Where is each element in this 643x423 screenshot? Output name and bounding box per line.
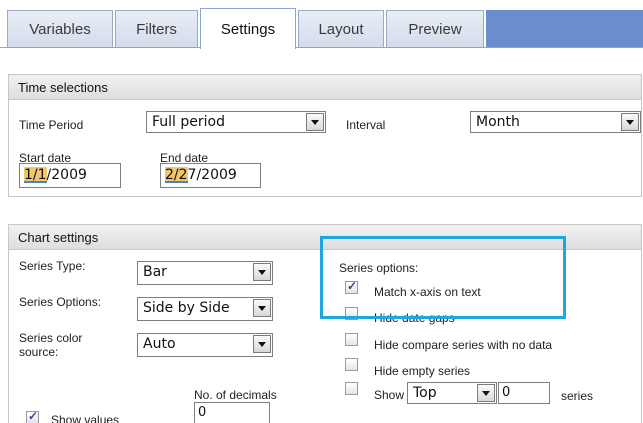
- tab-layout[interactable]: Layout: [298, 10, 384, 48]
- show-mode-value: Top: [413, 385, 437, 401]
- tab-bar-fill: [486, 10, 643, 48]
- hide-compare-checkbox[interactable]: [345, 333, 358, 346]
- series-options-heading: Series options:: [339, 261, 419, 275]
- chart-settings-title: Chart settings: [9, 225, 641, 250]
- match-x-axis-label: Match x-axis on text: [374, 285, 481, 299]
- show-values-checkbox[interactable]: [26, 409, 39, 423]
- time-period-label: Time Period: [19, 118, 84, 132]
- match-x-axis-checkbox[interactable]: [345, 279, 358, 294]
- chevron-down-icon[interactable]: [477, 384, 495, 402]
- time-period-value: Full period: [152, 114, 225, 130]
- interval-select[interactable]: Month: [470, 111, 641, 133]
- end-date-rest: 7/2009: [187, 167, 237, 183]
- series-color-label: Series color source:: [19, 331, 82, 359]
- series-options-label: Series Options:: [19, 295, 102, 309]
- series-type-select[interactable]: Bar: [137, 261, 273, 285]
- chevron-down-icon[interactable]: [253, 263, 271, 281]
- hide-date-gaps-checkbox[interactable]: [345, 307, 358, 320]
- interval-label: Interval: [346, 118, 386, 132]
- chevron-down-icon[interactable]: [253, 299, 271, 317]
- tab-variables[interactable]: Variables: [7, 10, 113, 48]
- tab-preview[interactable]: Preview: [386, 10, 484, 48]
- start-date-input[interactable]: 1/1/2009: [19, 163, 121, 188]
- hide-date-gaps-label: Hide date gaps: [374, 311, 455, 325]
- end-date-selection: 2/2: [165, 167, 188, 183]
- series-color-value: Auto: [143, 336, 176, 352]
- chevron-down-icon[interactable]: [253, 335, 271, 353]
- tab-filters[interactable]: Filters: [115, 10, 198, 48]
- hide-empty-checkbox[interactable]: [345, 358, 358, 371]
- chart-settings-panel: Chart settings Series Type: Bar Series O…: [8, 224, 642, 423]
- interval-value: Month: [476, 114, 520, 130]
- start-date-selection: 1/1: [24, 167, 47, 183]
- time-selections-panel: Time selections Time Period Full period …: [8, 74, 642, 197]
- series-options-select[interactable]: Side by Side: [137, 297, 273, 321]
- chevron-down-icon[interactable]: [621, 113, 639, 131]
- tab-bar-border: [0, 47, 643, 48]
- series-color-label-line2: source:: [19, 345, 59, 359]
- series-color-select[interactable]: Auto: [137, 333, 273, 357]
- time-selections-title: Time selections: [9, 75, 641, 100]
- tab-bar: Variables Filters Settings Layout Previe…: [0, 0, 643, 49]
- chevron-down-icon[interactable]: [306, 113, 324, 131]
- time-period-select[interactable]: Full period: [146, 111, 326, 133]
- show-label: Show: [374, 388, 405, 402]
- show-mode-select[interactable]: Top: [407, 382, 497, 404]
- show-values-label: Show values: [51, 413, 120, 423]
- series-options-value: Side by Side: [143, 300, 230, 316]
- decimals-input[interactable]: 0: [194, 402, 270, 423]
- show-top-checkbox[interactable]: [345, 382, 358, 395]
- end-date-input[interactable]: 2/27/2009: [160, 163, 261, 188]
- show-count-input[interactable]: 0: [498, 382, 550, 404]
- tab-settings[interactable]: Settings: [200, 8, 296, 49]
- series-type-value: Bar: [143, 264, 167, 280]
- decimals-label: No. of decimals: [194, 388, 277, 402]
- hide-empty-label: Hide empty series: [374, 364, 471, 378]
- series-type-label: Series Type:: [19, 259, 86, 273]
- hide-compare-label: Hide compare series with no data: [374, 338, 553, 352]
- series-color-label-line1: Series color: [19, 331, 83, 345]
- start-date-rest: /2009: [46, 167, 87, 183]
- series-suffix-label: series: [561, 389, 594, 403]
